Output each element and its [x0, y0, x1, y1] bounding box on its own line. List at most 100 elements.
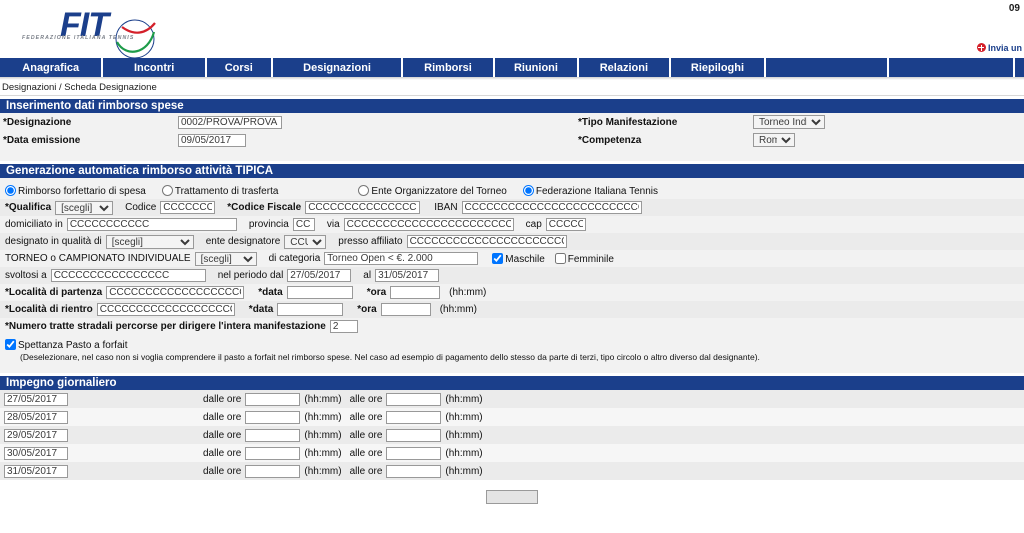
alle-hhmm-hint: (hh:mm): [445, 447, 483, 459]
periodo-al-label: al: [363, 270, 372, 281]
partenza-input[interactable]: [106, 286, 245, 299]
pasto-checkbox[interactable]: Spettanza Pasto a forfait: [5, 339, 128, 351]
alle-hhmm-hint: (hh:mm): [445, 393, 483, 405]
tratte-label: *Numero tratte stradali percorse per dir…: [5, 321, 326, 332]
nav-tab-empty-8: [766, 58, 887, 77]
partenza-ora-input[interactable]: [390, 286, 441, 299]
maschile-checkbox[interactable]: Maschile: [492, 252, 545, 265]
radio-ente-organizzatore-input[interactable]: [358, 184, 370, 196]
categoria-label: di categoria: [268, 253, 321, 264]
via-label: via: [326, 219, 340, 230]
nav-tab-corsi[interactable]: Corsi: [206, 58, 271, 77]
cap-label: cap: [525, 219, 542, 230]
provincia-input[interactable]: [292, 218, 315, 231]
impegno-date-input[interactable]: [4, 428, 68, 442]
radio-federazione[interactable]: Federazione Italiana Tennis: [522, 184, 658, 197]
impegno-date-input[interactable]: [4, 464, 68, 478]
domiciliato-input[interactable]: [66, 218, 237, 231]
codice-label: Codice: [125, 202, 157, 213]
pasto-label: Spettanza Pasto a forfait: [18, 340, 128, 351]
nav-tab-designazioni[interactable]: Designazioni: [272, 58, 402, 77]
dalle-ore-label: dalle ore: [203, 465, 242, 477]
tennis-ball-icon: [115, 19, 156, 59]
pasto-checkbox-input[interactable]: [5, 339, 16, 350]
nav-tab-rimborsi[interactable]: Rimborsi: [403, 58, 493, 77]
impegno-row: dalle ore (hh:mm) alle ore (hh:mm): [0, 444, 1024, 462]
dalle-ore-input[interactable]: [245, 392, 301, 406]
row-rientro: *Località di rientro *data *ora (hh:mm): [0, 301, 1024, 318]
nav-tab-incontri[interactable]: Incontri: [103, 58, 205, 77]
maschile-checkbox-input[interactable]: [492, 252, 504, 264]
rientro-input[interactable]: [96, 303, 235, 316]
dalle-ore-input[interactable]: [245, 410, 301, 424]
submit-button[interactable]: [486, 490, 538, 504]
nav-tab-riepiloghi[interactable]: Riepiloghi: [670, 58, 765, 77]
row-tratte: *Numero tratte stradali percorse per dir…: [0, 318, 1024, 335]
codice-input[interactable]: [160, 201, 216, 214]
alle-ore-input[interactable]: [386, 428, 442, 442]
cap-input[interactable]: [545, 218, 586, 231]
invia-link[interactable]: Invia un: [976, 43, 1022, 53]
ente-designatore-select[interactable]: CCUG: [284, 234, 327, 249]
impegno-date-input[interactable]: [4, 410, 68, 424]
radio-trattamento-trasferta[interactable]: Trattamento di trasferta: [161, 184, 278, 197]
maschile-label: Maschile: [505, 253, 545, 265]
designazione-input[interactable]: [178, 115, 282, 129]
alle-ore-input[interactable]: [386, 410, 442, 424]
radio-ente-organizzatore[interactable]: Ente Organizzatore del Torneo: [358, 184, 507, 197]
footer-actions: [0, 490, 1024, 504]
periodo-dal-input[interactable]: [287, 269, 352, 282]
tratte-input[interactable]: [329, 320, 358, 333]
field-row-designazione: *Designazione: [0, 113, 575, 131]
rientro-data-input[interactable]: [277, 303, 344, 316]
competenza-select[interactable]: Roma: [753, 133, 795, 147]
qualifica-select[interactable]: [scegli]: [55, 200, 114, 215]
alle-ore-label: alle ore: [349, 429, 383, 441]
via-input[interactable]: [343, 218, 514, 231]
main-navigation: Anagrafica Incontri Corsi Designazioni Rimbo…: [0, 58, 1024, 77]
femminile-checkbox[interactable]: Femminile: [554, 252, 614, 265]
femminile-checkbox-input[interactable]: [554, 252, 566, 264]
alle-ore-input[interactable]: [386, 446, 442, 460]
alle-ore-input[interactable]: [386, 392, 442, 406]
categoria-input[interactable]: [324, 252, 479, 265]
partenza-ora-label: *ora: [366, 287, 387, 298]
nav-tab-riunioni[interactable]: Riunioni: [494, 58, 578, 77]
header-counter: 09: [1008, 3, 1020, 14]
designazione-label: *Designazione: [3, 116, 72, 128]
presso-affiliato-input[interactable]: [406, 235, 567, 248]
dalle-ore-input[interactable]: [245, 428, 301, 442]
radio-trattamento-trasferta-input[interactable]: [161, 184, 173, 196]
tipo-manifestazione-select[interactable]: Torneo Individuale: [753, 115, 825, 129]
impegno-row: dalle ore (hh:mm) alle ore (hh:mm): [0, 390, 1024, 408]
radio-rimborso-forfettario[interactable]: Rimborso forfettario di spesa: [5, 184, 146, 197]
alle-hhmm-hint: (hh:mm): [445, 465, 483, 477]
impegno-date-input[interactable]: [4, 446, 68, 460]
radio-rimborso-forfettario-input[interactable]: [5, 184, 16, 196]
section-generazione-body: Rimborso forfettario di spesa Trattament…: [0, 178, 1024, 373]
qualifica-label: *Qualifica: [5, 202, 52, 213]
partenza-data-input[interactable]: [286, 286, 353, 299]
nav-tab-relazioni[interactable]: Relazioni: [579, 58, 669, 77]
field-row-tipo-manifestazione: *Tipo Manifestazione Torneo Individuale: [575, 113, 1024, 131]
torneo-select[interactable]: [scegli]: [194, 251, 257, 266]
provincia-label: provincia: [248, 219, 289, 230]
radio-federazione-input[interactable]: [522, 184, 534, 196]
dalle-ore-input[interactable]: [245, 464, 301, 478]
field-row-data-emissione: *Data emissione: [0, 131, 575, 149]
rientro-ora-input[interactable]: [380, 303, 431, 316]
row-partenza: *Località di partenza *data *ora (hh:mm): [0, 284, 1024, 301]
impegno-date-input[interactable]: [4, 392, 68, 406]
nav-tab-anagrafica[interactable]: Anagrafica: [0, 58, 102, 77]
periodo-al-input[interactable]: [375, 269, 440, 282]
alle-ore-input[interactable]: [386, 464, 442, 478]
svoltosi-input[interactable]: [50, 269, 206, 282]
inserimento-right-column: *Tipo Manifestazione Torneo Individuale …: [575, 113, 1024, 161]
row-torneo: TORNEO o CAMPIONATO INDIVIDUALE [scegli]…: [0, 250, 1024, 267]
iban-input[interactable]: [461, 201, 642, 214]
data-emissione-input[interactable]: [178, 133, 246, 147]
dalle-ore-input[interactable]: [245, 446, 301, 460]
codice-fiscale-input[interactable]: [305, 201, 421, 214]
designato-select[interactable]: [scegli]: [105, 234, 194, 249]
alle-ore-label: alle ore: [349, 411, 383, 423]
